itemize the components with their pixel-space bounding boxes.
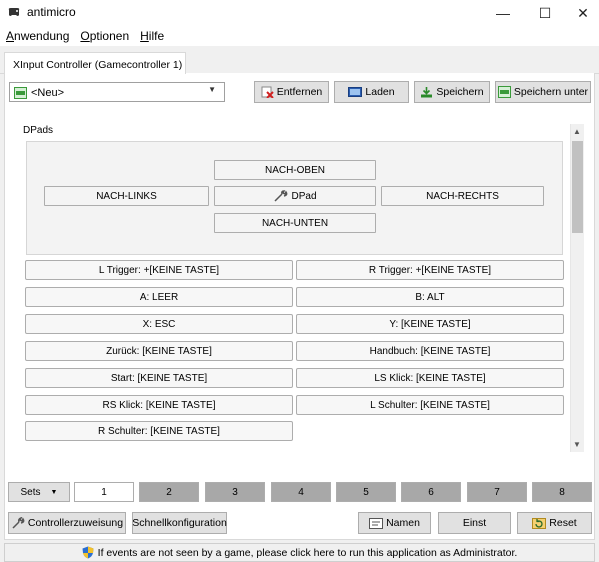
- scroll-up-arrow-icon[interactable]: ▲: [570, 124, 584, 138]
- set-1-button[interactable]: 1: [74, 482, 134, 502]
- dpad-box: NACH-OBEN NACH-LINKS DPad NACH-RECHTS NA…: [26, 141, 563, 255]
- r-trigger-button[interactable]: R Trigger: +[KEINE TASTE]: [296, 260, 564, 280]
- admin-status-bar[interactable]: If events are not seen by a game, please…: [4, 543, 595, 562]
- x-button[interactable]: X: ESC: [25, 314, 293, 334]
- sets-dropdown-label: Sets: [20, 486, 41, 498]
- controller-mapping-label: Controllerzuweisung: [27, 517, 124, 529]
- y-button[interactable]: Y: [KEINE TASTE]: [296, 314, 564, 334]
- menu-anwendung[interactable]: Anwendung: [6, 29, 69, 43]
- settings-button[interactable]: Einst: [438, 512, 511, 534]
- remove-profile-button[interactable]: Entfernen: [254, 81, 329, 103]
- set-3-button[interactable]: 3: [205, 482, 265, 502]
- tab-controller[interactable]: XInput Controller (Gamecontroller 1): [4, 52, 186, 74]
- reset-button[interactable]: Reset: [517, 512, 592, 534]
- uac-shield-icon: [82, 546, 94, 559]
- dpad-left-button[interactable]: NACH-LINKS: [44, 186, 209, 206]
- chevron-down-icon: ▼: [50, 488, 58, 496]
- save-as-profile-label: Speichern unter: [513, 86, 589, 98]
- r-shoulder-button[interactable]: R Schulter: [KEINE TASTE]: [25, 421, 293, 441]
- save-profile-button[interactable]: Speichern: [414, 81, 490, 103]
- set-4-button[interactable]: 4: [271, 482, 331, 502]
- save-as-icon: [497, 86, 511, 98]
- dpad-down-button[interactable]: NACH-UNTEN: [214, 213, 376, 233]
- set-2-button[interactable]: 2: [139, 482, 199, 502]
- sets-dropdown[interactable]: Sets ▼: [8, 482, 70, 502]
- controller-mapping-button[interactable]: Controllerzuweisung: [8, 512, 126, 534]
- reset-label: Reset: [549, 517, 577, 529]
- minimize-button[interactable]: —: [480, 0, 526, 26]
- rs-click-button[interactable]: RS Klick: [KEINE TASTE]: [25, 395, 293, 415]
- save-as-profile-button[interactable]: Speichern unter: [495, 81, 591, 103]
- names-button[interactable]: Namen: [358, 512, 431, 534]
- load-profile-button[interactable]: Laden: [334, 81, 409, 103]
- dpad-right-button[interactable]: NACH-RECHTS: [381, 186, 544, 206]
- names-label: Namen: [386, 517, 420, 529]
- set-5-button[interactable]: 5: [336, 482, 396, 502]
- guide-button[interactable]: Handbuch: [KEINE TASTE]: [296, 341, 564, 361]
- load-profile-label: Laden: [365, 86, 395, 98]
- save-icon: [421, 87, 433, 98]
- set-7-button[interactable]: 7: [467, 482, 527, 502]
- dpad-up-button[interactable]: NACH-OBEN: [214, 160, 376, 180]
- profile-select-value: <Neu>: [31, 87, 65, 99]
- window-title: antimicro: [27, 5, 76, 19]
- start-button[interactable]: Start: [KEINE TASTE]: [25, 368, 293, 388]
- back-button[interactable]: Zurück: [KEINE TASTE]: [25, 341, 293, 361]
- menu-optionen[interactable]: Optionen: [80, 29, 129, 43]
- menu-hilfe[interactable]: Hilfe: [140, 29, 164, 43]
- scrollbar-thumb[interactable]: [572, 141, 583, 233]
- profile-gamepad-icon: [14, 87, 27, 99]
- wrench-icon: [274, 190, 288, 202]
- app-gamepad-icon: [8, 8, 20, 16]
- l-shoulder-button[interactable]: L Schulter: [KEINE TASTE]: [296, 395, 564, 415]
- load-folder-icon: [348, 87, 363, 97]
- profile-select[interactable]: <Neu> ▼: [9, 82, 225, 102]
- status-message: If events are not seen by a game, please…: [97, 546, 518, 559]
- dpads-group-title: DPads: [23, 125, 54, 136]
- ls-click-button[interactable]: LS Klick: [KEINE TASTE]: [296, 368, 564, 388]
- a-button[interactable]: A: LEER: [25, 287, 293, 307]
- set-8-button[interactable]: 8: [532, 482, 592, 502]
- remove-profile-label: Entfernen: [276, 86, 323, 98]
- b-button[interactable]: B: ALT: [296, 287, 564, 307]
- set-6-button[interactable]: 6: [401, 482, 461, 502]
- scroll-down-arrow-icon[interactable]: ▼: [570, 437, 584, 451]
- reset-icon: [532, 518, 547, 529]
- menu-bar: Anwendung Optionen Hilfe: [0, 26, 599, 46]
- save-profile-label: Speichern: [436, 86, 484, 98]
- chevron-down-icon: ▼: [208, 85, 216, 94]
- name-tag-icon: [369, 517, 384, 529]
- close-button[interactable]: ✕: [560, 0, 599, 26]
- dpad-center-button[interactable]: DPad: [214, 186, 376, 206]
- remove-doc-icon: [261, 86, 274, 98]
- l-trigger-button[interactable]: L Trigger: +[KEINE TASTE]: [25, 260, 293, 280]
- dpad-center-label: DPad: [291, 190, 317, 202]
- wrench-icon: [12, 517, 25, 529]
- quick-config-button[interactable]: Schnellkonfiguration: [132, 512, 227, 534]
